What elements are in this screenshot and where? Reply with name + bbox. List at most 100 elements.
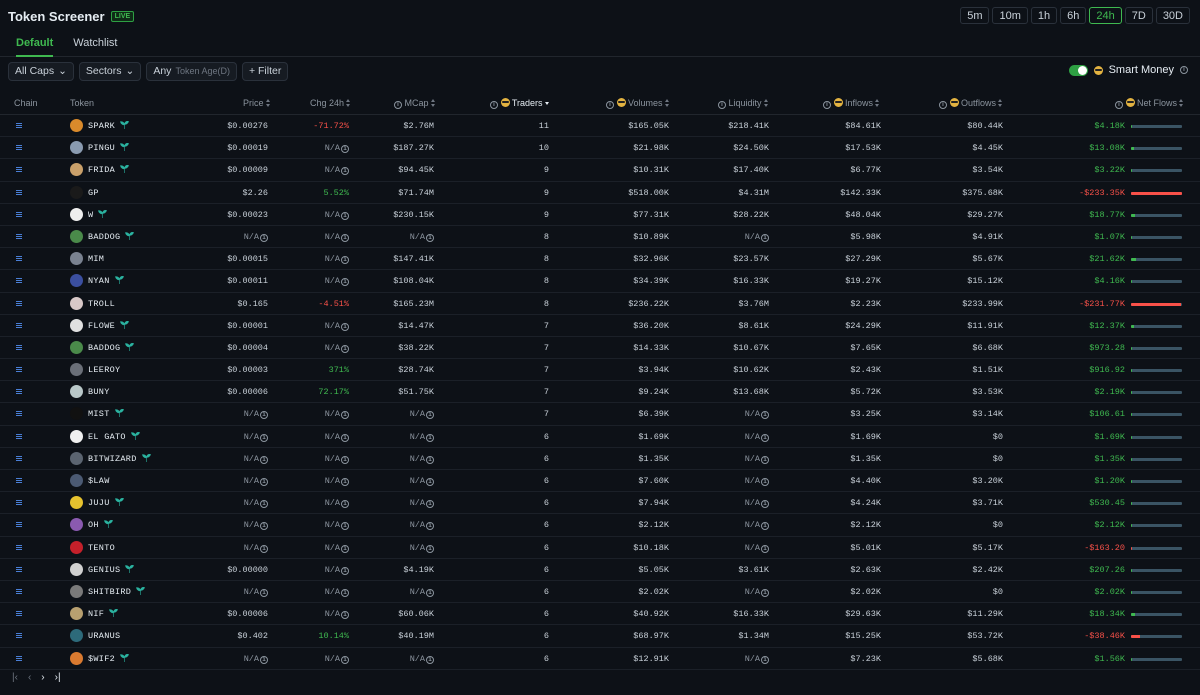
info-icon[interactable] — [341, 278, 349, 287]
info-icon[interactable] — [761, 433, 769, 442]
info-icon[interactable] — [426, 455, 434, 464]
last-page-button[interactable]: ›| — [55, 672, 61, 683]
tab-watchlist[interactable]: Watchlist — [73, 32, 117, 57]
table-row[interactable]: URANUS $0.402 10.14% $40.19M 6 $68.97K $1.34M $… — [0, 625, 1200, 648]
table-row[interactable]: MIM $0.00015 N/A $147.41K 8 $32.96K $23.57K $27… — [0, 248, 1200, 271]
smart-money-toggle[interactable] — [1068, 64, 1088, 76]
info-icon[interactable] — [341, 233, 349, 242]
token-name[interactable]: LEEROY — [88, 365, 120, 375]
timeframe-30d[interactable]: 30D — [1155, 7, 1190, 24]
token-name[interactable]: $WIF2 — [88, 653, 129, 664]
first-page-button[interactable]: |‹ — [12, 672, 18, 683]
info-icon[interactable] — [341, 455, 349, 464]
info-icon[interactable] — [341, 544, 349, 553]
info-icon[interactable] — [426, 478, 434, 486]
token-name[interactable]: SPARK — [88, 121, 129, 131]
info-icon[interactable] — [426, 411, 434, 420]
token-name[interactable]: BUNY — [88, 387, 110, 397]
col-net-flows[interactable]: Net Flows — [1115, 98, 1184, 109]
table-row[interactable]: SHITBIRD N/A N/A N/A 6 $2.02K N/A $2.02K $0 $2.02… — [0, 581, 1200, 604]
col-outflows[interactable]: Outflows — [939, 98, 1003, 109]
info-icon[interactable] — [426, 655, 434, 664]
info-icon[interactable] — [260, 433, 268, 442]
token-name[interactable]: GP — [88, 188, 99, 198]
token-age-filter[interactable]: Any Token Age(D) — [146, 61, 237, 81]
table-row[interactable]: LEEROY $0.00003 371% $28.74K 7 $3.94K $10.62K $… — [0, 359, 1200, 382]
info-icon[interactable] — [761, 411, 769, 420]
table-row[interactable]: FRIDA $0.00009 N/A $94.45K 9 $10.31K $17.40K $6… — [0, 159, 1200, 182]
info-icon[interactable] — [341, 566, 349, 575]
token-name[interactable]: GENIUS — [88, 564, 135, 575]
info-icon[interactable] — [761, 478, 769, 486]
timeframe-7d[interactable]: 7D — [1124, 7, 1153, 24]
token-name[interactable]: EL GATO — [88, 431, 140, 442]
info-icon[interactable] — [426, 500, 434, 509]
info-icon[interactable] — [341, 145, 349, 154]
info-icon[interactable] — [761, 500, 769, 509]
info-icon[interactable] — [761, 655, 769, 664]
table-row[interactable]: TROLL $0.165 -4.51% $165.23M 8 $236.22K $3.76M… — [0, 293, 1200, 315]
info-icon[interactable] — [341, 411, 349, 420]
info-icon[interactable] — [260, 478, 268, 486]
table-row[interactable]: PINGU $0.00019 N/A $187.27K 10 $21.98K $24.50K… — [0, 137, 1200, 160]
col-volumes[interactable]: Volumes — [606, 98, 670, 109]
info-icon[interactable] — [341, 322, 349, 331]
info-icon[interactable] — [761, 588, 769, 597]
add-filter-button[interactable]: + Filter — [241, 61, 289, 81]
token-name[interactable]: MIST — [88, 409, 124, 419]
token-name[interactable]: TENTO — [88, 543, 115, 553]
info-icon[interactable] — [761, 233, 769, 242]
info-icon[interactable] — [761, 544, 769, 553]
table-row[interactable]: JUJU N/A N/A N/A 6 $7.94K N/A $4.24K $3.71K $530.… — [0, 492, 1200, 515]
info-icon[interactable] — [260, 455, 268, 464]
info-icon[interactable] — [341, 478, 349, 486]
table-row[interactable]: BADDOG $0.00004 N/A $38.22K 7 $14.33K $10.67K $… — [0, 337, 1200, 360]
info-icon[interactable] — [426, 544, 434, 553]
info-icon[interactable] — [260, 411, 268, 420]
token-name[interactable]: FRIDA — [88, 165, 129, 175]
next-page-button[interactable]: › — [41, 672, 44, 683]
token-name[interactable]: NIF — [88, 609, 119, 619]
info-icon[interactable] — [761, 455, 769, 464]
info-icon[interactable] — [341, 167, 349, 176]
info-icon[interactable] — [341, 655, 349, 664]
info-icon[interactable] — [341, 522, 349, 531]
table-row[interactable]: $WIF2 N/A N/A N/A 6 $12.91K N/A $7.23K $5.68K $1.… — [0, 648, 1200, 670]
token-name[interactable]: W — [88, 209, 108, 220]
table-row[interactable]: FLOWE $0.00001 N/A $14.47K 7 $36.20K $8.61K $24… — [0, 315, 1200, 337]
token-name[interactable]: $LAW — [88, 476, 110, 486]
info-icon[interactable] — [341, 611, 349, 620]
timeframe-5m[interactable]: 5m — [960, 7, 990, 24]
info-icon[interactable] — [341, 500, 349, 509]
col-liquidity[interactable]: Liquidity — [718, 98, 769, 109]
prev-page-button[interactable]: ‹ — [28, 672, 31, 683]
info-icon[interactable] — [341, 344, 349, 353]
info-icon[interactable] — [426, 433, 434, 442]
table-row[interactable]: NYAN $0.00011 N/A $108.04K 8 $34.39K $16.33K $1… — [0, 270, 1200, 293]
table-row[interactable]: GP $2.26 5.52% $71.74M 9 $518.00K $4.31M $142.3… — [0, 182, 1200, 204]
info-icon[interactable] — [341, 211, 349, 220]
token-name[interactable]: OH — [88, 520, 113, 530]
info-icon[interactable] — [761, 522, 769, 531]
token-name[interactable]: MIM — [88, 254, 104, 264]
info-icon[interactable] — [341, 256, 349, 265]
token-name[interactable]: NYAN — [88, 276, 124, 286]
info-icon[interactable] — [260, 233, 268, 242]
info-icon[interactable] — [426, 522, 434, 531]
timeframe-6h[interactable]: 6h — [1060, 7, 1087, 24]
table-row[interactable]: OH N/A N/A N/A 6 $2.12K N/A $2.12K $0 $2.12K — [0, 514, 1200, 537]
info-icon[interactable] — [341, 433, 349, 442]
col-inflows[interactable]: Inflows — [823, 98, 880, 109]
col-chg-24h[interactable]: Chg 24h — [310, 98, 351, 108]
token-name[interactable]: PINGU — [88, 143, 129, 153]
timeframe-24h[interactable]: 24h — [1089, 7, 1122, 24]
timeframe-10m[interactable]: 10m — [992, 7, 1028, 24]
info-icon[interactable] — [260, 522, 268, 531]
token-name[interactable]: BADDOG — [88, 342, 135, 353]
table-row[interactable]: EL GATO N/A N/A N/A 6 $1.69K N/A $1.69K $0 $1.69K — [0, 426, 1200, 448]
table-row[interactable]: MIST N/A N/A N/A 7 $6.39K N/A $3.25K $3.14K $106.… — [0, 403, 1200, 426]
table-row[interactable]: BADDOG N/A N/A N/A 8 $10.89K N/A $5.98K $4.91K $1… — [0, 226, 1200, 249]
col-traders[interactable]: Traders — [490, 98, 550, 109]
token-name[interactable]: TROLL — [88, 299, 115, 309]
info-icon[interactable] — [260, 500, 268, 509]
